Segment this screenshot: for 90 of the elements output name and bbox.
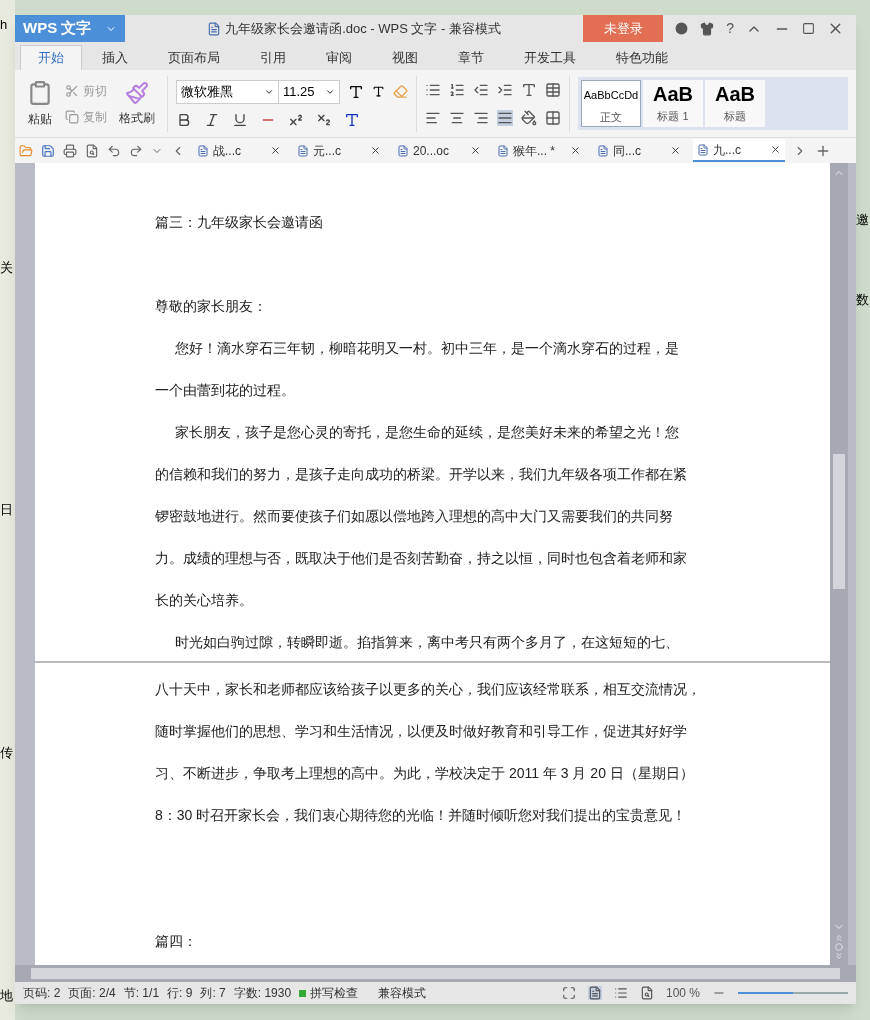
ribbon-tab[interactable]: 视图 — [372, 45, 438, 70]
document-tab[interactable]: 同...c — [593, 139, 685, 162]
ribbon-tab[interactable]: 页面布局 — [148, 45, 240, 70]
document-tab[interactable]: 20...oc — [393, 139, 485, 162]
table-icon[interactable] — [545, 81, 561, 98]
close-icon[interactable] — [670, 145, 681, 156]
paragraph: 八十天中，家长和老师都应该给孩子以更多的关心，我们应该经常联系，相互交流情况， 随时掌握他们的思想、学习和生活情况，以便及时做好教育和引导工作，促进其好好学 习、不断进步，争取考上理想的高中。为此，学校决定于 2011 年 3 月 20 日（星期日） 8：30 时召开家长会，我们衷心期待您的光临！并随时倾听您对我们提出的宝贵意见！ — [155, 680, 701, 825]
zoom-level: 100 % — [665, 985, 700, 1002]
background-text: 邀 — [856, 211, 870, 229]
shading-icon[interactable] — [521, 109, 537, 126]
font-color-icon[interactable] — [344, 111, 360, 128]
ribbon-tab[interactable]: 特色功能 — [596, 45, 688, 70]
status-item: 节: 1/1 — [123, 985, 160, 1002]
shirt-icon[interactable] — [700, 21, 715, 36]
web-view-icon[interactable] — [639, 986, 654, 1000]
scissors-icon — [65, 83, 79, 98]
copy-icon — [65, 109, 79, 124]
document-icon — [207, 21, 222, 36]
status-item: 行: 9 — [167, 985, 193, 1002]
compat-mode-label: 兼容模式 — [378, 985, 427, 1002]
redo-icon[interactable] — [129, 143, 143, 158]
style-preset[interactable]: AaB 标题 1 — [643, 80, 703, 127]
printer-icon[interactable] — [63, 143, 77, 158]
justify-icon[interactable] — [497, 109, 513, 126]
horizontal-scrollbar[interactable] — [15, 965, 856, 982]
grow-font-icon[interactable] — [348, 83, 364, 100]
document-icon — [397, 144, 409, 157]
background-text: 数 — [856, 290, 870, 309]
ribbon-tab[interactable]: 章节 — [438, 45, 504, 70]
page-view-icon[interactable] — [587, 986, 602, 1000]
spell-check-indicator[interactable]: 拼写检查 — [299, 984, 359, 1002]
document-icon — [697, 143, 709, 156]
paragraph: 家长朋友，孩子是您心灵的寄托，是您生命的延续，是您美好未来的希望之光！您 的信赖和我们的努力，是孩子走向成功的桥梁。开学以来，我们九年级各项工作都在紧 锣密鼓地进行。然而要使孩子们如愿以偿地跨入理想的高中大门又需要我们的共同努 力。成绩的理想与否，既取决于他们是否刻苦勤奋，持之以恒，同时也包含着老师和家 长的关心培养。 — [155, 423, 687, 610]
close-icon[interactable] — [370, 145, 381, 156]
background-text: 传 — [0, 743, 14, 762]
document-icon — [597, 144, 609, 157]
shrink-font-icon[interactable] — [372, 85, 385, 98]
status-square-icon — [299, 989, 307, 997]
preview-icon[interactable] — [85, 143, 99, 158]
numbered-list-icon[interactable] — [449, 81, 465, 98]
save-icon[interactable] — [41, 143, 55, 158]
document-tab[interactable]: 元...c — [293, 139, 385, 162]
ribbon-tab[interactable]: 插入 — [82, 45, 148, 70]
paste-button[interactable]: 粘贴 — [23, 79, 57, 128]
maximize-icon[interactable] — [802, 22, 815, 35]
status-item: 页面: 2/4 — [68, 985, 116, 1002]
status-item: 页码: 2 — [23, 985, 61, 1002]
status-item: 列: 7 — [200, 985, 226, 1002]
background-text: h — [0, 16, 9, 34]
badge-icon[interactable] — [675, 22, 689, 35]
document-tab[interactable]: 战...c — [193, 139, 285, 162]
document-icon — [297, 144, 309, 157]
paragraph: 尊敬的家长朋友： — [155, 297, 267, 316]
document-tab[interactable]: 九...c — [693, 139, 785, 162]
paragraph: 您好！滴水穿石三年韧，柳暗花明又一村。初中三年，是一个滴水穿石的过程，是 一个由蕾到花的过程。 — [155, 339, 679, 400]
close-icon[interactable] — [470, 145, 481, 156]
ribbon-tab[interactable]: 开始 — [20, 45, 82, 70]
clipboard-icon — [27, 79, 53, 106]
close-icon[interactable] — [770, 144, 781, 155]
outline-view-icon[interactable] — [613, 986, 628, 1000]
paragraph: 时光如白驹过隙，转瞬即逝。掐指算来，离中考只有两个多月了，在这短短的七、 — [174, 633, 679, 652]
background-text: 关 — [0, 258, 14, 277]
ribbon-tab[interactable]: 开发工具 — [504, 45, 596, 70]
paragraph: 篇三：九年级家长会邀请函 — [155, 213, 323, 232]
status-item: 字数: 1930 — [233, 985, 292, 1002]
fullscreen-icon[interactable] — [561, 986, 576, 1000]
scrollbar-thumb[interactable] — [833, 454, 845, 589]
background-text: 地 — [0, 986, 14, 1005]
close-icon[interactable] — [570, 145, 581, 156]
ribbon-tab[interactable]: 审阅 — [306, 45, 372, 70]
paragraph: 篇四： — [155, 932, 197, 951]
ribbon-tab[interactable]: 引用 — [240, 45, 306, 70]
character-icon[interactable] — [521, 81, 537, 98]
vertical-scrollbar[interactable] — [830, 163, 848, 965]
bold-icon[interactable] — [176, 111, 192, 128]
format-painter-button[interactable]: 格式刷 — [115, 80, 159, 127]
undo-icon[interactable] — [107, 143, 121, 158]
background-text: 日 — [0, 501, 14, 520]
style-preset[interactable]: AaBbCcDd 正文 — [581, 80, 641, 127]
document-icon — [497, 144, 509, 157]
paintbrush-icon — [125, 80, 149, 105]
borders-icon[interactable] — [545, 109, 561, 126]
window-title: 九年级家长会邀请函.doc - WPS 文字 - 兼容模式 — [225, 19, 502, 38]
close-icon[interactable] — [270, 145, 281, 156]
style-preset[interactable]: AaB 标题 — [705, 80, 765, 127]
document-tab[interactable]: 猴年... * — [493, 139, 585, 162]
help-button[interactable]: ? — [726, 18, 734, 39]
underline-icon[interactable] — [232, 111, 248, 128]
italic-icon[interactable] — [204, 111, 220, 128]
document-icon — [197, 144, 209, 157]
